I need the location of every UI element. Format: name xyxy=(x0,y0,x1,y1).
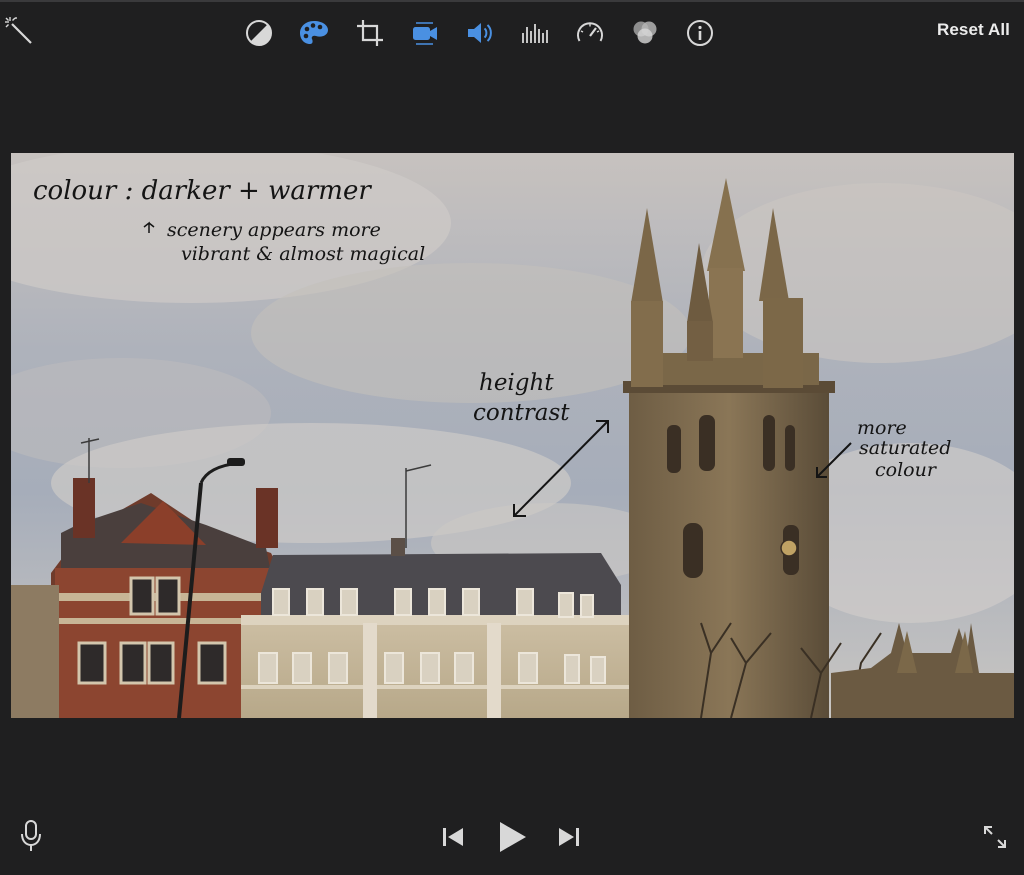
clip-filter-icon[interactable] xyxy=(628,17,662,49)
skip-forward-icon[interactable] xyxy=(556,824,582,850)
color-balance-icon[interactable] xyxy=(242,17,276,49)
info-icon[interactable] xyxy=(683,17,717,49)
fullscreen-icon[interactable] xyxy=(980,822,1010,852)
reset-all-button[interactable]: Reset All xyxy=(937,20,1010,40)
video-preview: colour : darker + warmer scenery appears… xyxy=(11,153,1014,718)
skip-back-icon[interactable] xyxy=(440,824,466,850)
window-top-border xyxy=(0,0,1024,2)
saturated-colour-arrow xyxy=(816,442,852,478)
stabilization-icon[interactable] xyxy=(408,17,442,49)
annotation-saturated-line2: saturated xyxy=(859,437,952,459)
speed-icon[interactable] xyxy=(573,17,607,49)
magic-wand-icon[interactable] xyxy=(4,16,34,46)
annotation-saturated-line1: more xyxy=(857,417,907,439)
volume-icon[interactable] xyxy=(463,17,497,49)
up-arrow-mark xyxy=(143,221,155,233)
annotation-colour-title: colour : darker + warmer xyxy=(33,176,371,206)
crop-icon[interactable] xyxy=(353,17,387,49)
annotation-height-line1: height xyxy=(479,370,554,396)
height-contrast-arrow xyxy=(513,420,609,517)
play-button[interactable] xyxy=(494,818,530,856)
play-icon xyxy=(500,822,526,852)
microphone-icon[interactable] xyxy=(18,818,44,854)
annotation-saturated-line3: colour xyxy=(875,459,936,481)
annotation-scenery-line1: scenery appears more xyxy=(167,219,381,241)
color-correction-icon[interactable] xyxy=(297,17,331,49)
playback-bar xyxy=(0,810,1024,870)
annotation-scenery-line2: vibrant & almost magical xyxy=(181,243,426,265)
equalizer-icon[interactable] xyxy=(518,17,552,49)
